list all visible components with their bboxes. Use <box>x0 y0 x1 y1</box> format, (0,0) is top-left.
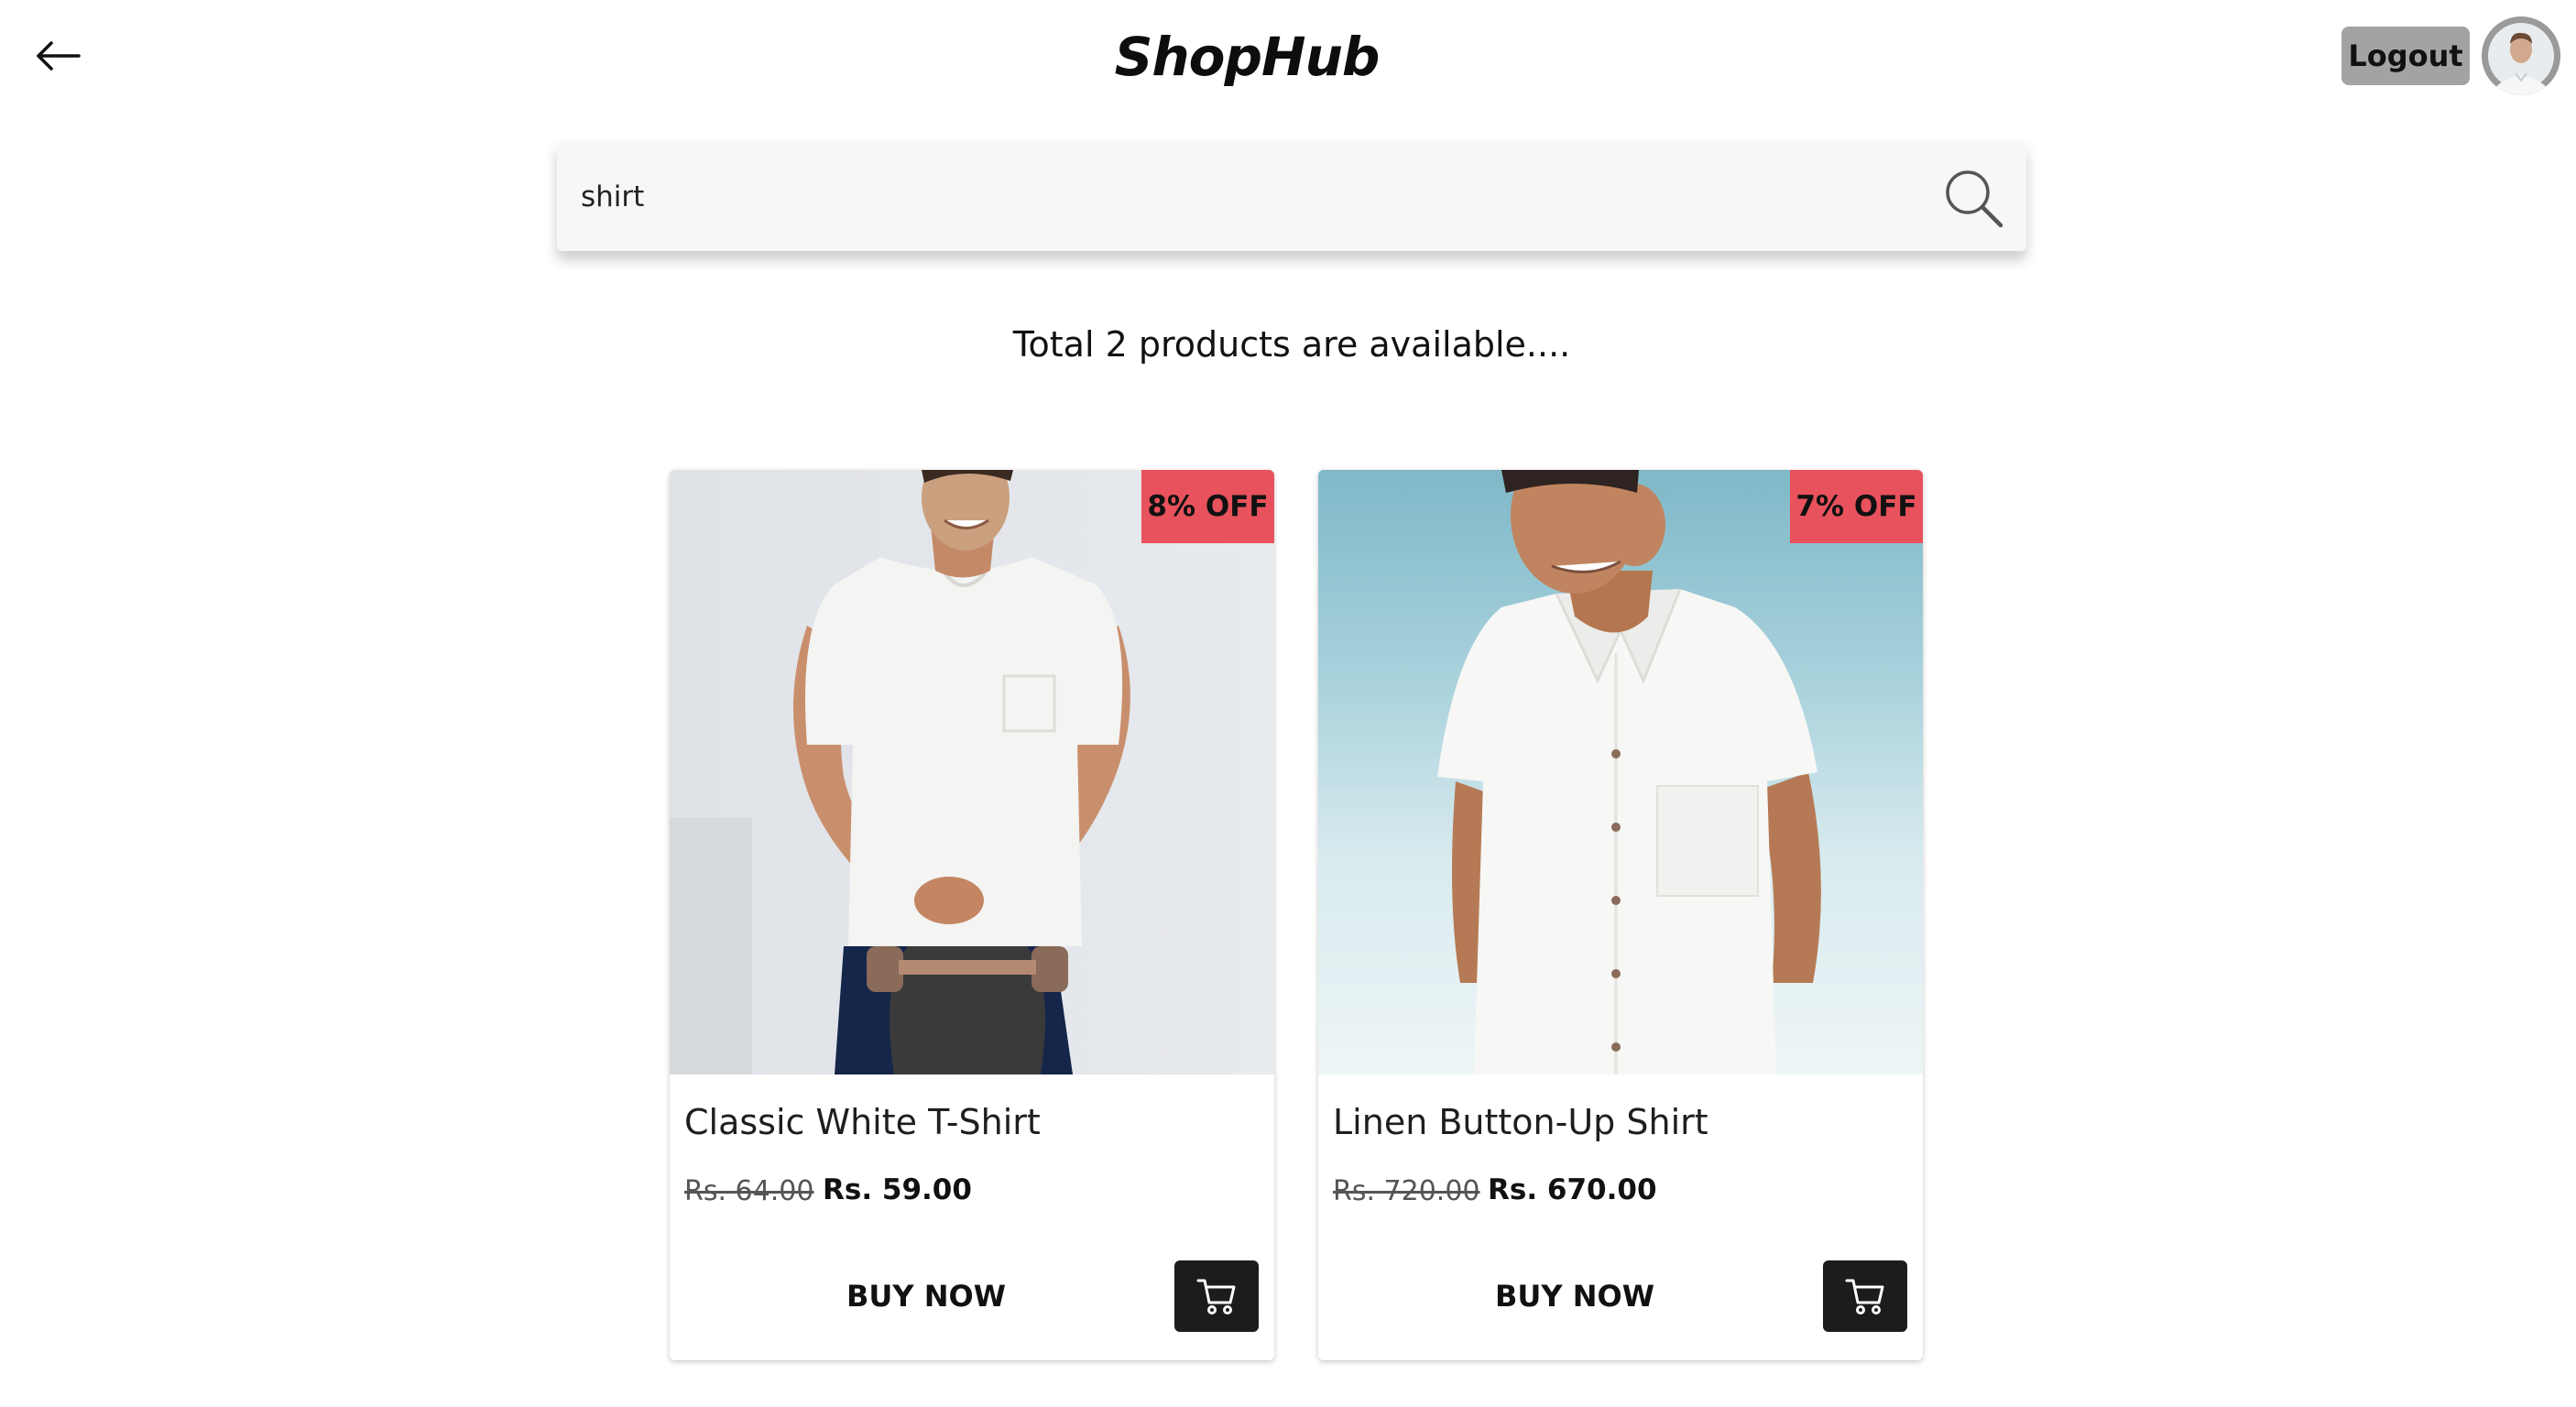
search-input[interactable] <box>579 169 1865 225</box>
sale-price: Rs. 59.00 <box>823 1173 972 1206</box>
cart-icon <box>1196 1279 1236 1314</box>
product-name[interactable]: Classic White T-Shirt <box>684 1102 1041 1142</box>
add-to-cart-button[interactable] <box>1174 1260 1259 1332</box>
original-price: Rs. 720.00 <box>1333 1175 1480 1207</box>
cart-icon <box>1845 1279 1884 1314</box>
results-summary: Total 2 products are available.... <box>1012 324 1571 365</box>
sale-price: Rs. 670.00 <box>1488 1173 1657 1206</box>
logout-button[interactable]: Logout <box>2341 27 2470 85</box>
search-icon[interactable] <box>1942 167 2006 231</box>
brand-logo[interactable]: ShopHub <box>0 26 2576 88</box>
discount-badge: 7% OFF <box>1790 470 1923 543</box>
product-card[interactable]: 8% OFF Classic White T-Shirt Rs. 64.00 R… <box>670 470 1274 1360</box>
product-image[interactable]: 7% OFF <box>1318 470 1923 1074</box>
buy-now-button[interactable]: BUY NOW <box>1437 1260 1712 1333</box>
product-name[interactable]: Linen Button-Up Shirt <box>1333 1102 1708 1142</box>
search-bar <box>557 141 2026 251</box>
add-to-cart-button[interactable] <box>1823 1260 1907 1332</box>
avatar[interactable] <box>2482 16 2560 95</box>
user-avatar-icon <box>2482 16 2560 95</box>
discount-badge: 8% OFF <box>1141 470 1274 543</box>
buy-now-button[interactable]: BUY NOW <box>789 1260 1064 1333</box>
product-card[interactable]: 7% OFF Linen Button-Up Shirt Rs. 720.00 … <box>1318 470 1923 1360</box>
product-image[interactable]: 8% OFF <box>670 470 1274 1074</box>
original-price: Rs. 64.00 <box>684 1175 814 1207</box>
brand-name: ShopHub <box>1114 26 1381 88</box>
